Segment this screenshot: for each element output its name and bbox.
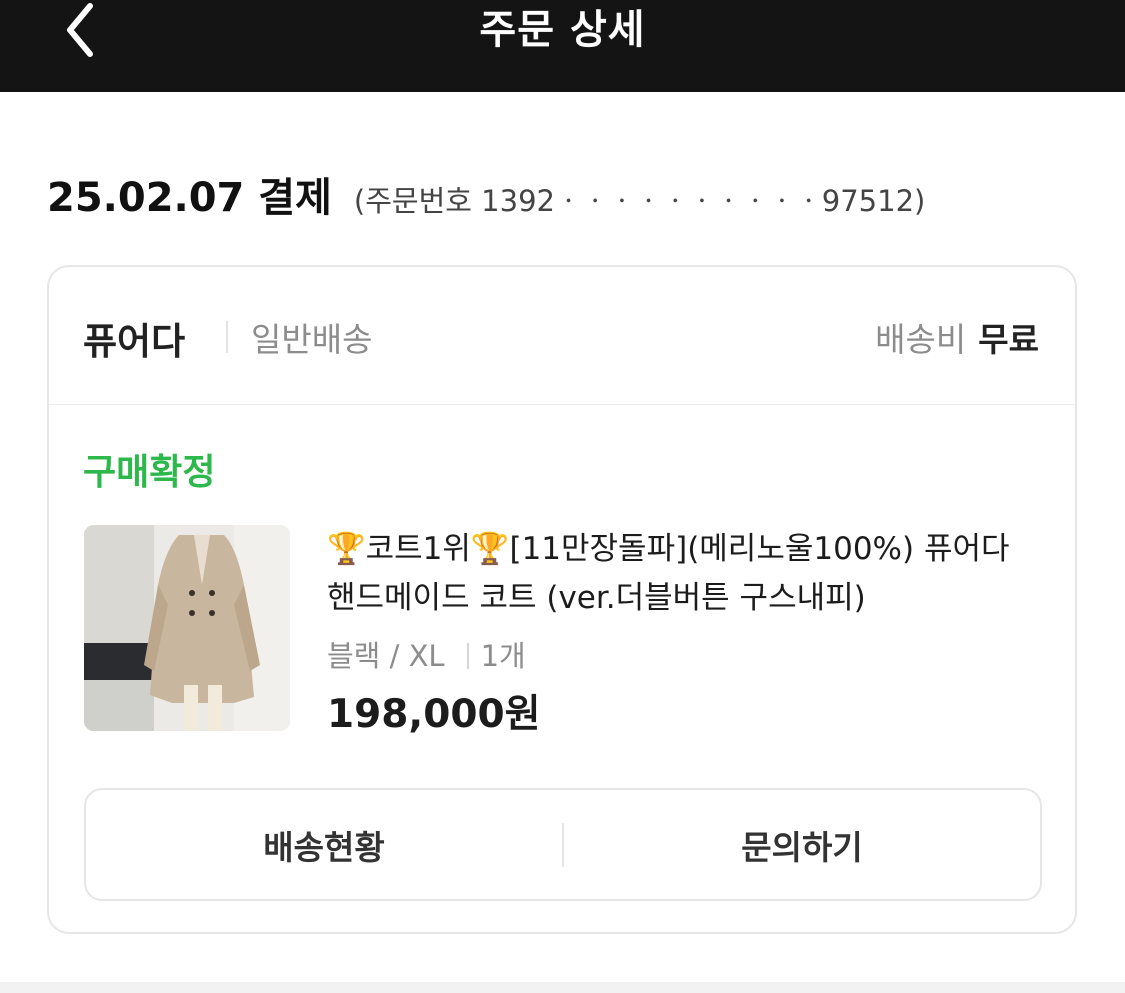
order-header: 25.02.07 결제 (주문번호 1392ㆍㆍㆍㆍㆍㆍㆍㆍㆍㆍ97512) [47,165,926,221]
product-image[interactable] [84,525,290,731]
action-buttons: 배송현황 문의하기 [84,788,1042,901]
section-separator [0,982,1125,993]
top-nav-bar: 주문 상세 [0,0,1125,92]
product-photo [84,525,290,731]
shipping-fee: 배송비 무료 [875,313,1039,361]
order-status: 구매확정 [83,452,216,493]
page-title: 주문 상세 [479,7,646,53]
inquiry-button[interactable]: 문의하기 [564,790,1040,899]
product-option-row: 블랙 / XL 1개 [327,633,526,675]
option-divider [466,643,469,669]
order-card: 퓨어다 일반배송 배송비 무료 구매확정 🏆코트1위🏆[11만장돌파](메리노울1… [47,265,1077,934]
divider [226,321,228,353]
seller-name[interactable]: 퓨어다 [83,311,185,365]
product-option: 블랙 / XL [327,639,445,673]
product-title[interactable]: 🏆코트1위🏆[11만장돌파](메리노울100%) 퓨어다 핸드메이드 코트 (v… [327,525,1037,623]
delivery-status-button[interactable]: 배송현황 [86,790,562,899]
shipping-fee-value: 무료 [978,320,1039,359]
order-number: (주문번호 1392ㆍㆍㆍㆍㆍㆍㆍㆍㆍㆍ97512) [353,184,926,218]
seller-header: 퓨어다 일반배송 배송비 무료 [49,267,1075,405]
product-quantity: 1개 [480,639,526,673]
delivery-type: 일반배송 [251,320,373,359]
product-price: 198,000원 [327,692,541,737]
shipping-fee-label: 배송비 [875,320,967,359]
order-date: 25.02.07 결제 [47,175,332,221]
